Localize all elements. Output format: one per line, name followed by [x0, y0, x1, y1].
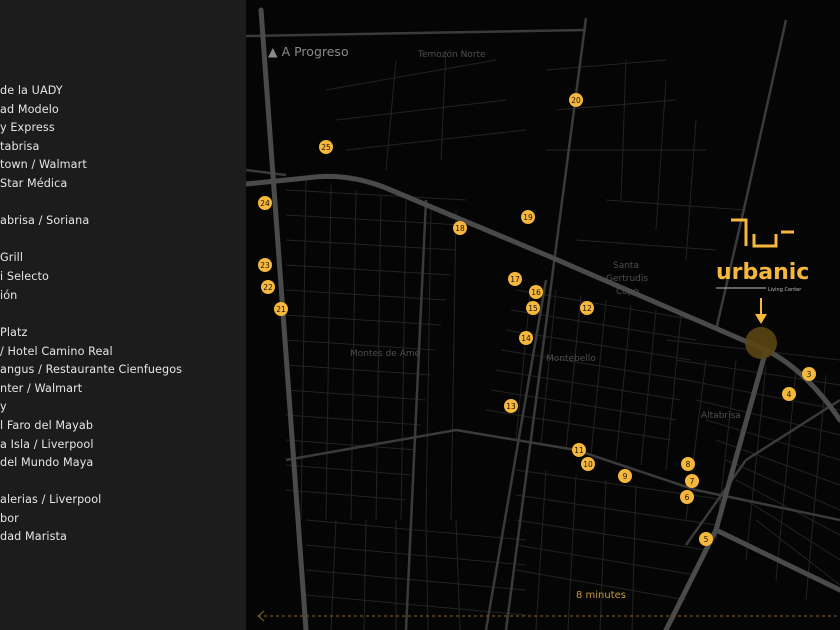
- poi-marker-22[interactable]: 22: [261, 280, 275, 294]
- poi-marker-25[interactable]: 25: [319, 140, 333, 154]
- map-view[interactable]: ▲ A Progreso Temozón Norte Santa Gertrud…: [246, 0, 840, 630]
- poi-marker-label: 16: [531, 288, 541, 297]
- poi-marker-9[interactable]: 9: [618, 469, 632, 483]
- brand-name: urbanic: [716, 260, 809, 285]
- poi-marker-label: 24: [260, 199, 270, 208]
- poi-marker-label: 21: [276, 305, 286, 314]
- poi-marker-label: 22: [263, 283, 273, 292]
- neighborhood-label: Copo: [616, 287, 640, 297]
- poi-marker-label: 3: [807, 370, 812, 379]
- poi-marker-15[interactable]: 15: [526, 301, 540, 315]
- neighborhood-label: Montes de Ame: [350, 349, 421, 359]
- legend-item[interactable]: nter / Walmart: [0, 382, 82, 395]
- neighborhood-label: Montebello: [546, 354, 596, 364]
- poi-marker-label: 20: [571, 96, 581, 105]
- poi-marker-6[interactable]: 6: [680, 490, 694, 504]
- poi-marker-17[interactable]: 17: [508, 272, 522, 286]
- brand-tagline: Living Center: [768, 287, 802, 293]
- legend-item[interactable]: alerias / Liverpool: [0, 493, 101, 506]
- legend-item[interactable]: dad Marista: [0, 530, 67, 543]
- legend-item[interactable]: abrisa / Soriana: [0, 214, 89, 227]
- poi-marker-3[interactable]: 3: [802, 367, 816, 381]
- poi-marker-label: 13: [506, 402, 516, 411]
- legend-item[interactable]: ad Modelo: [0, 103, 59, 116]
- poi-marker-5[interactable]: 5: [699, 532, 713, 546]
- poi-marker-label: 25: [321, 143, 331, 152]
- legend-item[interactable]: l Faro del Mayab: [0, 419, 93, 432]
- travel-time-label: 8 minutes: [576, 590, 626, 601]
- poi-marker-19[interactable]: 19: [521, 210, 535, 224]
- legend-item[interactable]: bor: [0, 512, 19, 525]
- poi-marker-label: 10: [583, 460, 593, 469]
- neighborhood-label: Temozón Norte: [417, 49, 486, 60]
- poi-marker-11[interactable]: 11: [572, 443, 586, 457]
- poi-marker-20[interactable]: 20: [569, 93, 583, 107]
- poi-marker-14[interactable]: 14: [519, 331, 533, 345]
- poi-marker-label: 7: [690, 477, 695, 486]
- poi-marker-24[interactable]: 24: [258, 196, 272, 210]
- legend-item[interactable]: y: [0, 400, 7, 413]
- legend-item[interactable]: tabrisa: [0, 140, 39, 153]
- direction-label: ▲ A Progreso: [268, 44, 349, 59]
- poi-marker-18[interactable]: 18: [453, 221, 467, 235]
- legend-item[interactable]: del Mundo Maya: [0, 456, 93, 469]
- poi-marker-label: 6: [685, 493, 690, 502]
- poi-marker-label: 14: [521, 334, 531, 343]
- neighborhood-label: Altabrisa: [701, 411, 741, 421]
- poi-marker-label: 5: [704, 535, 709, 544]
- poi-marker-label: 4: [787, 390, 792, 399]
- poi-marker-label: 12: [582, 304, 592, 313]
- legend-item[interactable]: i Selecto: [0, 270, 49, 283]
- legend-item[interactable]: town / Walmart: [0, 158, 87, 171]
- poi-marker-label: 9: [623, 472, 628, 481]
- poi-marker-10[interactable]: 10: [581, 457, 595, 471]
- map-canvas: ▲ A Progreso Temozón Norte Santa Gertrud…: [246, 0, 840, 630]
- location-marker[interactable]: [745, 327, 777, 359]
- poi-marker-21[interactable]: 21: [274, 302, 288, 316]
- poi-marker-13[interactable]: 13: [504, 399, 518, 413]
- neighborhood-label: Santa: [613, 261, 639, 271]
- poi-marker-label: 15: [528, 304, 538, 313]
- poi-marker-label: 18: [455, 224, 465, 233]
- poi-marker-label: 19: [523, 213, 533, 222]
- legend-item[interactable]: ión: [0, 289, 17, 302]
- legend-item[interactable]: angus / Restaurante Cienfuegos: [0, 363, 182, 376]
- poi-marker-label: 11: [574, 446, 584, 455]
- poi-marker-12[interactable]: 12: [580, 301, 594, 315]
- poi-marker-label: 8: [686, 460, 691, 469]
- poi-marker-23[interactable]: 23: [258, 258, 272, 272]
- legend-item[interactable]: y Express: [0, 121, 55, 134]
- poi-marker-label: 17: [510, 275, 520, 284]
- legend-panel: de la UADY ad Modelo y Express tabrisa t…: [0, 0, 246, 630]
- poi-marker-8[interactable]: 8: [681, 457, 695, 471]
- legend-item[interactable]: Platz: [0, 326, 27, 339]
- legend-item[interactable]: Grill: [0, 251, 23, 264]
- legend-item[interactable]: de la UADY: [0, 84, 63, 97]
- legend-item[interactable]: Star Médica: [0, 177, 67, 190]
- poi-marker-label: 23: [260, 261, 270, 270]
- poi-marker-7[interactable]: 7: [685, 474, 699, 488]
- legend-item[interactable]: / Hotel Camino Real: [0, 345, 113, 358]
- poi-marker-16[interactable]: 16: [529, 285, 543, 299]
- poi-marker-4[interactable]: 4: [782, 387, 796, 401]
- neighborhood-label: Gertrudis: [606, 274, 648, 284]
- legend-item[interactable]: a Isla / Liverpool: [0, 438, 94, 451]
